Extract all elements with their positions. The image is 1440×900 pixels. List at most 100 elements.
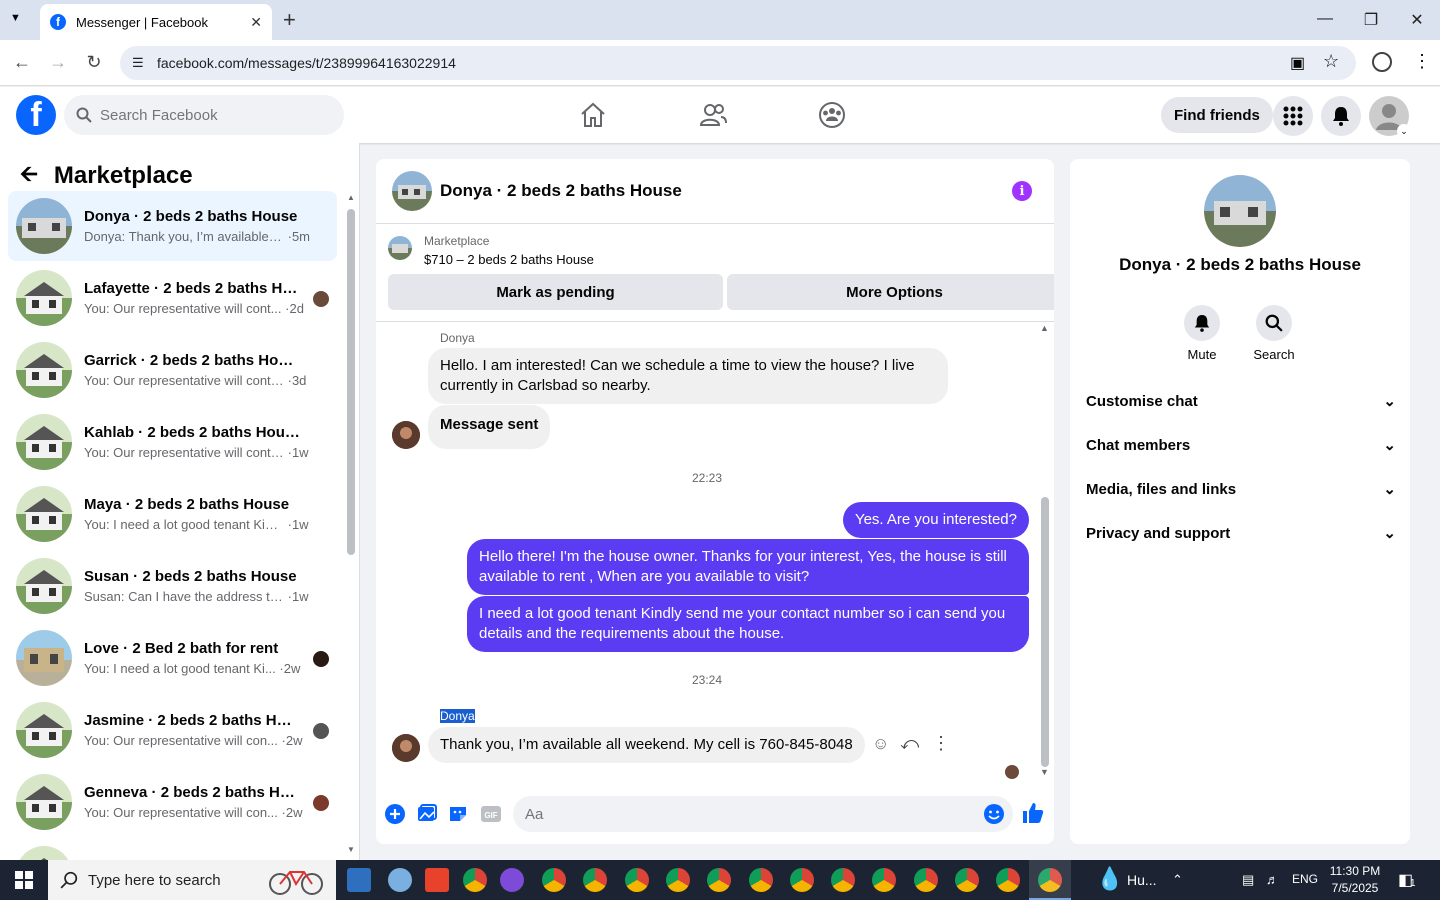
facebook-search[interactable] xyxy=(64,95,344,135)
forward-icon[interactable]: → xyxy=(46,52,70,73)
scroll-down-icon[interactable]: ▼ xyxy=(1040,767,1049,777)
conversation-item[interactable]: Kahlab · 2 beds 2 baths House You: Our re… xyxy=(8,407,337,477)
emoji-icon[interactable] xyxy=(983,803,1005,825)
close-window-icon[interactable]: ✕ xyxy=(1402,10,1432,30)
conversation-item[interactable]: Maya · 2 beds 2 baths House You: I need a… xyxy=(8,479,337,549)
browser-tab[interactable]: f Messenger | Facebook ✕ xyxy=(40,4,272,40)
weather-text[interactable]: Hu... xyxy=(1127,872,1157,888)
gif-icon[interactable]: GIF xyxy=(480,803,502,825)
accordion-privacy-support[interactable]: Privacy and support ⌄ xyxy=(1086,511,1396,555)
new-tab-icon[interactable]: + xyxy=(283,7,296,33)
incoming-message[interactable]: Hello. I am interested! Can we schedule … xyxy=(428,348,948,404)
mute-button[interactable]: Mute xyxy=(1172,305,1232,362)
tab-list-icon[interactable]: ▼ xyxy=(10,12,21,24)
chrome-icon[interactable] xyxy=(463,868,487,892)
scroll-down-icon[interactable]: ▼ xyxy=(347,845,355,854)
listing-thumbnail[interactable] xyxy=(388,236,412,260)
clock[interactable]: 11:30 PM 7/5/2025 xyxy=(1322,863,1388,897)
more-options-button[interactable]: More Options xyxy=(727,274,1054,310)
chat-scrollbar[interactable] xyxy=(1041,497,1049,767)
facebook-logo-icon[interactable]: f xyxy=(16,95,56,135)
mark-as-pending-button[interactable]: Mark as pending xyxy=(388,274,723,310)
language-indicator[interactable]: ENG xyxy=(1292,872,1318,886)
outgoing-message[interactable]: Hello there! I'm the house owner. Thanks… xyxy=(467,539,1029,595)
conversation-item[interactable]: Lafayette · 2 beds 2 baths Ho... You: Our… xyxy=(8,263,337,333)
chrome-menu-icon[interactable]: ⋮ xyxy=(1413,51,1431,72)
conversation-item[interactable]: Genneva · 2 beds 2 baths Hou... You: Our … xyxy=(8,767,337,837)
listing-title[interactable]: $710 – 2 beds 2 baths House xyxy=(424,252,594,267)
network-icon[interactable]: ▤ xyxy=(1242,872,1254,888)
volume-icon[interactable]: ♬ xyxy=(1266,872,1279,887)
chrome-profile-icon[interactable] xyxy=(624,868,649,892)
accordion-chat-members[interactable]: Chat members ⌄ xyxy=(1086,423,1396,467)
chrome-profile-icon[interactable] xyxy=(913,868,938,892)
weather-icon[interactable]: 💧 xyxy=(1096,866,1123,892)
bookmark-star-icon[interactable]: ☆ xyxy=(1323,51,1339,72)
windows-start-icon[interactable] xyxy=(15,871,33,889)
chat-header[interactable]: Donya · 2 beds 2 baths House i xyxy=(376,159,1054,224)
friends-icon[interactable] xyxy=(697,99,729,131)
contact-avatar[interactable] xyxy=(1204,175,1276,247)
restore-icon[interactable]: ❐ xyxy=(1356,10,1386,30)
notifications-button[interactable] xyxy=(1321,96,1361,136)
like-icon[interactable] xyxy=(1021,801,1045,825)
account-button[interactable]: ⌄ xyxy=(1369,96,1411,138)
menu-grid-button[interactable] xyxy=(1273,96,1313,136)
conversation-item[interactable]: Jasmine · 2 beds 2 baths House You: Our r… xyxy=(8,695,337,765)
conversation-item[interactable]: Donya · 2 beds 2 baths House Donya: Thank… xyxy=(8,191,337,261)
message-input-box[interactable] xyxy=(513,796,1013,832)
url-field[interactable]: ☰ facebook.com/messages/t/23899964163022… xyxy=(120,46,1356,80)
sidebar-scrollbar[interactable] xyxy=(347,209,355,555)
site-info-icon[interactable]: ☰ xyxy=(132,55,144,71)
chrome-profile-icon[interactable] xyxy=(542,868,566,892)
reply-icon[interactable]: ⤺ xyxy=(900,733,919,754)
sender-avatar[interactable] xyxy=(392,734,420,762)
search-input[interactable] xyxy=(100,106,320,124)
conversation-item[interactable]: Susan · 2 beds 2 baths House Susan: Can I… xyxy=(8,551,337,621)
accordion-media-files-links[interactable]: Media, files and links ⌄ xyxy=(1086,467,1396,511)
conversation-item[interactable]: Love · 2 Bed 2 bath for rent You: I need … xyxy=(8,623,337,693)
conversation-item-partial[interactable] xyxy=(8,839,337,860)
react-icon[interactable]: ☺ xyxy=(872,734,889,754)
search-in-chat-button[interactable]: Search xyxy=(1244,305,1304,362)
outgoing-message[interactable]: Yes. Are you interested? xyxy=(842,502,1029,538)
taskbar-search[interactable]: Type here to search xyxy=(48,860,336,900)
groups-icon[interactable] xyxy=(816,99,848,131)
photo-icon[interactable] xyxy=(416,803,438,825)
sender-avatar[interactable] xyxy=(392,421,420,449)
chrome-profile-icon[interactable] xyxy=(789,868,814,892)
info-icon[interactable]: i xyxy=(1012,181,1032,201)
chrome-profile-icon[interactable] xyxy=(996,868,1021,892)
chrome-profile-icon[interactable] xyxy=(665,868,690,892)
chrome-profile-icon[interactable] xyxy=(707,868,732,892)
back-icon[interactable]: ← xyxy=(10,52,34,73)
scroll-up-icon[interactable]: ▲ xyxy=(347,193,355,202)
chrome-profile-icon[interactable] xyxy=(748,868,773,892)
scroll-up-icon[interactable]: ▲ xyxy=(1040,323,1049,333)
incoming-message[interactable]: Thank you, I’m available all weekend. My… xyxy=(428,727,865,763)
sticker-icon[interactable] xyxy=(448,803,470,825)
chrome-profile-icon[interactable] xyxy=(955,868,979,892)
accordion-customise-chat[interactable]: Customise chat ⌄ xyxy=(1086,379,1396,423)
file-explorer-icon[interactable] xyxy=(347,868,371,892)
reload-icon[interactable]: ↻ xyxy=(82,52,106,73)
more-actions-icon[interactable]: ⋮ xyxy=(932,733,950,754)
minimize-icon[interactable]: — xyxy=(1310,10,1340,28)
close-tab-icon[interactable]: ✕ xyxy=(250,14,262,31)
wps-office-icon[interactable] xyxy=(425,868,449,892)
app-icon[interactable] xyxy=(388,868,412,892)
find-friends-button[interactable]: Find friends xyxy=(1161,97,1273,133)
chrome-profile-icon[interactable] xyxy=(872,868,897,892)
plus-icon[interactable] xyxy=(384,803,406,825)
browser-icon[interactable] xyxy=(500,868,524,892)
back-arrow-icon[interactable]: 🡨 xyxy=(20,157,38,195)
chrome-profile-icon[interactable] xyxy=(583,868,608,892)
show-hidden-icons[interactable]: ⌃ xyxy=(1172,872,1183,888)
outgoing-message[interactable]: I need a lot good tenant Kindly send me … xyxy=(467,596,1029,652)
conversation-item[interactable]: Garrick · 2 beds 2 baths House You: Our r… xyxy=(8,335,337,405)
home-icon[interactable] xyxy=(577,99,609,131)
install-icon[interactable]: ▣ xyxy=(1290,53,1305,73)
incoming-message[interactable]: Message sent xyxy=(428,405,551,449)
message-input[interactable] xyxy=(525,805,965,823)
chrome-profile-icon[interactable] xyxy=(831,868,856,892)
